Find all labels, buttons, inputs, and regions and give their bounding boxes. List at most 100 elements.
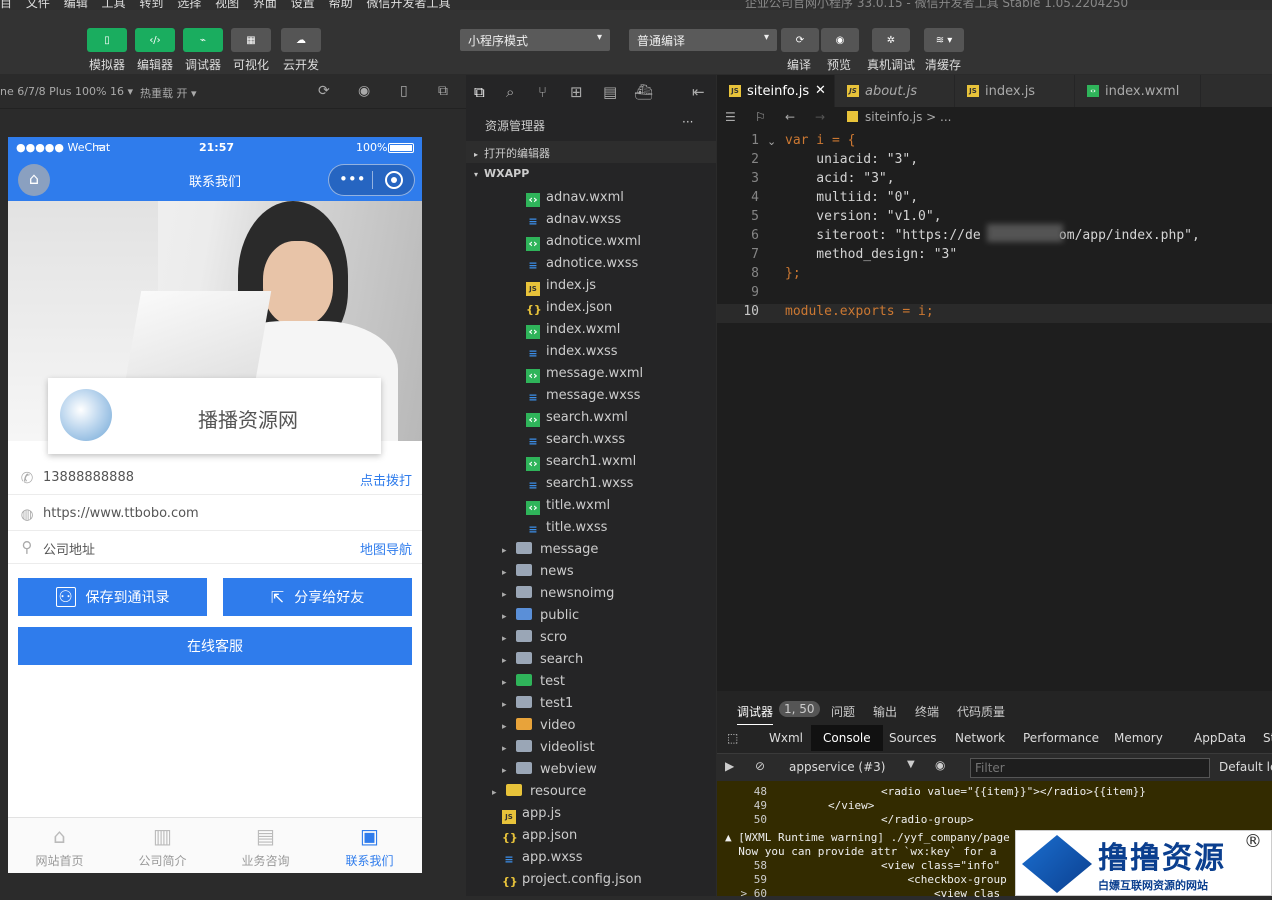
fold-icon[interactable]: ⌄	[767, 135, 776, 148]
tab-memory[interactable]: Memory	[1114, 725, 1163, 751]
compile-mode-select[interactable]: 普通编译	[629, 29, 777, 51]
folder-item[interactable]: ▸ resource	[466, 781, 716, 803]
list-icon[interactable]: ☰	[725, 110, 736, 124]
storage-icon[interactable]: ▤	[603, 83, 617, 101]
file-item[interactable]: {} app.json	[466, 825, 716, 847]
compile-button[interactable]: ⟳	[781, 28, 819, 52]
menu-item[interactable]: 文件	[26, 0, 50, 10]
tab-console[interactable]: Console	[811, 725, 883, 751]
file-item[interactable]: ≡ app.wxss	[466, 847, 716, 869]
file-item[interactable]: ‹› message.wxml	[466, 363, 716, 385]
website-url[interactable]: https://www.ttbobo.com	[43, 506, 199, 521]
tab-output[interactable]: 输出	[873, 703, 897, 720]
search-icon[interactable]: ⌕	[506, 83, 514, 101]
menu-item[interactable]: 工具	[102, 0, 126, 10]
menu-item[interactable]: 视图	[215, 0, 239, 10]
menu-item[interactable]: 编辑	[64, 0, 88, 10]
tab-storage[interactable]: Stor	[1263, 725, 1272, 751]
menu-item[interactable]: 目	[0, 0, 12, 10]
docker-icon[interactable]: ⛴	[634, 83, 653, 101]
simulator-toggle-button[interactable]: ▯	[87, 28, 127, 52]
file-item[interactable]: {} project.config.json	[466, 869, 716, 891]
file-item[interactable]: ≡ adnotice.wxss	[466, 253, 716, 275]
file-item[interactable]: ‹› title.wxml	[466, 495, 716, 517]
open-editors-section[interactable]: ▸ 打开的编辑器	[466, 141, 716, 163]
folder-item[interactable]: ▸ video	[466, 715, 716, 737]
call-link[interactable]: 点击拨打	[360, 470, 412, 489]
mode-select[interactable]: 小程序模式	[460, 29, 610, 51]
stop-icon[interactable]: ◉	[358, 83, 370, 99]
eye-icon[interactable]: ◉	[935, 758, 945, 772]
more-icon[interactable]: •••	[339, 170, 366, 188]
tab-index-wxml[interactable]: ‹› index.wxml	[1075, 75, 1201, 107]
folder-item[interactable]: ▸ test1	[466, 693, 716, 715]
menu-item[interactable]: 微信开发者工具	[366, 0, 450, 10]
file-item[interactable]: ≡ adnav.wxss	[466, 209, 716, 231]
online-service-button[interactable]: 在线客服	[18, 627, 412, 665]
tab-home[interactable]: ⌂ 网站首页	[8, 818, 111, 873]
file-item[interactable]: ≡ search.wxss	[466, 429, 716, 451]
file-item[interactable]: JS app.js	[466, 803, 716, 825]
tab-problems[interactable]: 问题	[831, 703, 855, 720]
tab-wxml[interactable]: Wxml	[769, 725, 803, 751]
breadcrumb-path[interactable]: siteinfo.js > ...	[865, 110, 952, 124]
extensions-icon[interactable]: ⊞	[570, 83, 583, 101]
folder-item[interactable]: ▸ webview	[466, 759, 716, 781]
file-item[interactable]: ≡ message.wxss	[466, 385, 716, 407]
inspect-icon[interactable]: ⬚	[727, 731, 738, 745]
refresh-icon[interactable]: ⟳	[318, 83, 330, 99]
tab-sources[interactable]: Sources	[889, 725, 936, 751]
collapse-panel-icon[interactable]: ⇤	[692, 83, 705, 101]
folder-item[interactable]: ▸ newsnoimg	[466, 583, 716, 605]
tab-about-js[interactable]: JS about.js	[835, 75, 955, 107]
tab-contact[interactable]: ▣ 联系我们	[318, 818, 421, 873]
menu-item[interactable]: 转到	[139, 0, 163, 10]
file-item[interactable]: {} index.json	[466, 297, 716, 319]
clear-cache-button[interactable]: ≋ ▾	[924, 28, 964, 52]
log-level-select[interactable]: Default lev	[1219, 760, 1272, 774]
file-item[interactable]: ≡ title.wxss	[466, 517, 716, 539]
cloud-button[interactable]: ☁	[281, 28, 321, 52]
filter-input[interactable]	[970, 758, 1210, 778]
file-item[interactable]: ‹› search.wxml	[466, 407, 716, 429]
tab-terminal[interactable]: 终端	[915, 703, 939, 720]
bookmark-icon[interactable]: ⚐	[755, 110, 766, 124]
files-icon[interactable]: ⧉	[474, 83, 485, 101]
folder-item[interactable]: ▸ test	[466, 671, 716, 693]
map-nav-link[interactable]: 地图导航	[360, 539, 412, 558]
close-icon[interactable]: ✕	[815, 83, 826, 98]
popout-icon[interactable]: ⧉	[438, 83, 448, 99]
file-item[interactable]: ‹› adnav.wxml	[466, 187, 716, 209]
wxapp-section[interactable]: ▾ WXAPP	[466, 163, 716, 185]
visual-toggle-button[interactable]: ▦	[231, 28, 271, 52]
file-item[interactable]: ‹› index.wxml	[466, 319, 716, 341]
file-item[interactable]: ‹› search1.wxml	[466, 451, 716, 473]
tab-siteinfo-js[interactable]: JS siteinfo.js ✕	[717, 75, 835, 107]
menu-item[interactable]: 界面	[253, 0, 277, 10]
hot-reload-select[interactable]: 热重载 开 ▾	[140, 85, 197, 101]
tab-appdata[interactable]: AppData	[1194, 725, 1246, 751]
file-item[interactable]: JS index.js	[466, 275, 716, 297]
source-control-icon[interactable]: ⑂	[538, 83, 547, 101]
tab-performance[interactable]: Performance	[1023, 725, 1099, 751]
device-icon[interactable]: ▯	[400, 83, 408, 99]
forward-arrow-icon[interactable]: →	[815, 110, 825, 124]
folder-item[interactable]: ▸ search	[466, 649, 716, 671]
folder-item[interactable]: ▸ news	[466, 561, 716, 583]
context-select[interactable]: appservice (#3)	[789, 760, 885, 774]
more-actions-icon[interactable]: ···	[682, 115, 693, 129]
tab-index-js[interactable]: JS index.js	[955, 75, 1075, 107]
editor-toggle-button[interactable]: ‹/›	[135, 28, 175, 52]
menu-item[interactable]: 选择	[177, 0, 201, 10]
file-item[interactable]: ‹› adnotice.wxml	[466, 231, 716, 253]
folder-item[interactable]: ▸ scro	[466, 627, 716, 649]
close-miniprogram-icon[interactable]	[385, 171, 403, 189]
folder-item[interactable]: ▸ public	[466, 605, 716, 627]
tab-debugger[interactable]: 调试器	[737, 703, 774, 725]
preview-button[interactable]: ◉	[821, 28, 859, 52]
back-arrow-icon[interactable]: ←	[785, 110, 795, 124]
folder-item[interactable]: ▸ videolist	[466, 737, 716, 759]
tab-inquiry[interactable]: ▤ 业务咨询	[214, 818, 317, 873]
remote-debug-button[interactable]: ✲	[872, 28, 910, 52]
folder-item[interactable]: ▸ message	[466, 539, 716, 561]
